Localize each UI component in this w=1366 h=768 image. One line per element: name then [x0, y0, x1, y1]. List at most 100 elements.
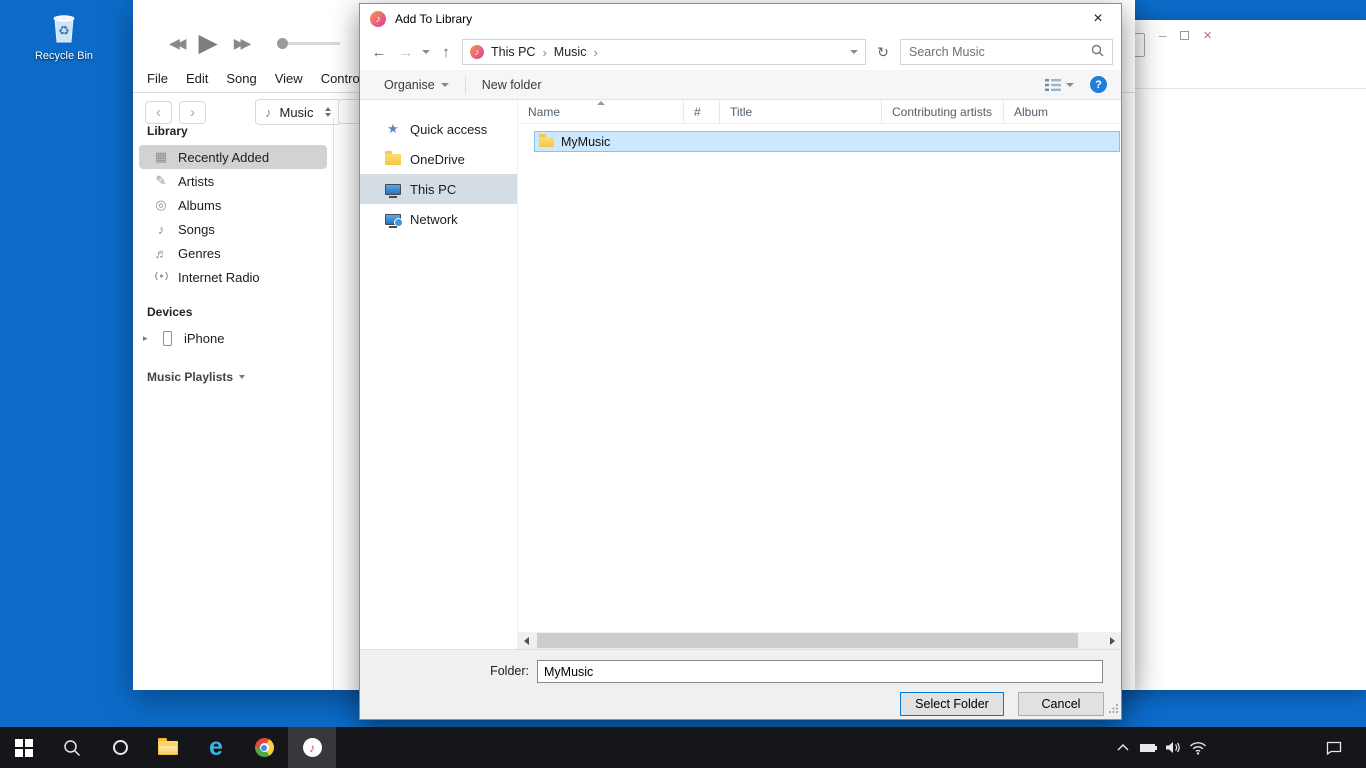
menu-edit[interactable]: Edit [186, 71, 208, 86]
place-network[interactable]: Network [360, 204, 517, 234]
column-label: # [694, 105, 701, 119]
chevron-down-icon [441, 83, 449, 87]
media-kind-dropdown[interactable]: ♪ Music [255, 99, 341, 125]
column-label: Album [1014, 105, 1048, 119]
view-mode-button[interactable] [1045, 79, 1074, 91]
column-contributing-artists[interactable]: Contributing artists [882, 100, 1004, 123]
resize-grip[interactable] [1108, 702, 1119, 717]
scroll-left-button[interactable] [518, 632, 535, 649]
volume-track[interactable] [288, 42, 340, 45]
recycle-bin-shortcut[interactable]: ♻ Recycle Bin [28, 6, 100, 62]
dialog-titlebar[interactable]: ♪ Add To Library × [360, 4, 1121, 34]
dialog-close-button[interactable]: × [1075, 4, 1121, 34]
horizontal-scrollbar[interactable] [518, 632, 1121, 649]
chevron-down-icon [239, 375, 245, 379]
expander-icon[interactable]: ▸ [143, 333, 151, 344]
divider [465, 76, 466, 94]
back-button[interactable]: ← [368, 44, 390, 61]
select-folder-button[interactable]: Select Folder [900, 692, 1004, 716]
menu-song[interactable]: Song [226, 71, 256, 86]
help-button[interactable]: ? [1090, 76, 1107, 93]
column-headers: Name # Title Contributing artists Album [518, 100, 1121, 124]
new-folder-button[interactable]: New folder [482, 78, 542, 92]
nav-back-button[interactable]: ‹ [145, 101, 172, 124]
forward-button[interactable]: → [395, 44, 417, 61]
scrollbar-track[interactable] [535, 632, 1104, 649]
maximize-icon[interactable] [1180, 31, 1189, 40]
breadcrumb-separator: › [593, 45, 597, 60]
breadcrumb-this-pc[interactable]: This PC [491, 45, 535, 59]
note-icon: ♪ [153, 222, 169, 237]
taskbar-search-button[interactable] [48, 727, 96, 768]
start-button[interactable] [0, 727, 48, 768]
search-icon[interactable] [1091, 44, 1104, 60]
itunes-sidebar: Library ▦ Recently Added ✎ Artists ◎ Alb… [133, 124, 333, 690]
cortana-button[interactable] [96, 727, 144, 768]
forward-button[interactable]: ▶▶ [234, 35, 248, 52]
grid-icon: ▦ [153, 149, 169, 165]
sidebar-item-albums[interactable]: ◎ Albums [139, 193, 327, 217]
column-album[interactable]: Album [1004, 100, 1121, 123]
edge-icon: e [209, 735, 223, 760]
volume-tray-button[interactable] [1160, 727, 1185, 768]
play-button[interactable]: ▶ [199, 30, 218, 56]
recent-locations-dropdown-icon[interactable] [422, 50, 430, 54]
sidebar-item-label: Albums [178, 198, 221, 213]
menu-file[interactable]: File [147, 71, 168, 86]
sidebar-item-recently-added[interactable]: ▦ Recently Added [139, 145, 327, 169]
column-name[interactable]: Name [518, 100, 684, 123]
network-tray-button[interactable] [1185, 727, 1210, 768]
action-center-button[interactable] [1314, 727, 1354, 768]
battery-tray-button[interactable] [1135, 727, 1160, 768]
itunes-icon: ♪ [303, 738, 322, 757]
folder-icon [539, 137, 554, 147]
sidebar-item-label: Songs [178, 222, 215, 237]
wifi-icon [1189, 741, 1207, 755]
battery-icon [1140, 744, 1155, 752]
show-hidden-icons-button[interactable] [1110, 727, 1135, 768]
close-icon[interactable]: × [1203, 27, 1212, 44]
sidebar-item-songs[interactable]: ♪ Songs [139, 217, 327, 241]
edge-browser-button[interactable]: e [192, 727, 240, 768]
chevron-left-icon: ‹ [156, 104, 161, 121]
place-quick-access[interactable]: ★ Quick access [360, 114, 517, 144]
chrome-button[interactable] [240, 727, 288, 768]
refresh-button[interactable]: ↻ [871, 44, 895, 61]
place-onedrive[interactable]: OneDrive [360, 144, 517, 174]
folder-name-input[interactable] [537, 660, 1103, 683]
sidebar-item-genres[interactable]: ♬ Genres [139, 241, 327, 265]
place-label: OneDrive [410, 152, 465, 167]
scroll-right-button[interactable] [1104, 632, 1121, 649]
cancel-button[interactable]: Cancel [1018, 692, 1104, 716]
rewind-button[interactable]: ◀◀ [169, 35, 183, 52]
column-number[interactable]: # [684, 100, 720, 123]
sidebar-item-artists[interactable]: ✎ Artists [139, 169, 327, 193]
sidebar-item-iphone[interactable]: ▸ iPhone [139, 326, 327, 350]
organise-button[interactable]: Organise [384, 78, 449, 92]
sidebar-item-internet-radio[interactable]: Internet Radio [139, 265, 327, 289]
music-note-icon: ♪ [265, 105, 272, 120]
up-button[interactable]: ↑ [435, 44, 457, 61]
music-playlists-heading[interactable]: Music Playlists [133, 370, 333, 384]
menu-view[interactable]: View [275, 71, 303, 86]
record-icon: ◎ [153, 197, 169, 213]
place-label: Network [410, 212, 458, 227]
place-label: This PC [410, 182, 456, 197]
minimize-icon[interactable]: – [1159, 28, 1166, 43]
address-dropdown-icon[interactable] [850, 50, 858, 54]
file-list[interactable]: MyMusic [518, 124, 1121, 632]
file-row-mymusic[interactable]: MyMusic [534, 131, 1120, 152]
search-input[interactable]: Search Music [900, 39, 1113, 65]
address-bar[interactable]: ♪ This PC › Music › [462, 39, 866, 65]
file-explorer-button[interactable] [144, 727, 192, 768]
itunes-taskbar-button[interactable]: ♪ [288, 727, 336, 768]
media-kind-label: Music [280, 105, 314, 120]
scrollbar-thumb[interactable] [537, 633, 1078, 648]
dialog-footer: Folder: Select Folder Cancel [360, 649, 1121, 719]
column-title[interactable]: Title [720, 100, 882, 123]
volume-slider[interactable] [277, 38, 340, 49]
nav-forward-button[interactable]: › [179, 101, 206, 124]
volume-knob[interactable] [277, 38, 288, 49]
breadcrumb-music[interactable]: Music [554, 45, 587, 59]
place-this-pc[interactable]: This PC [360, 174, 517, 204]
